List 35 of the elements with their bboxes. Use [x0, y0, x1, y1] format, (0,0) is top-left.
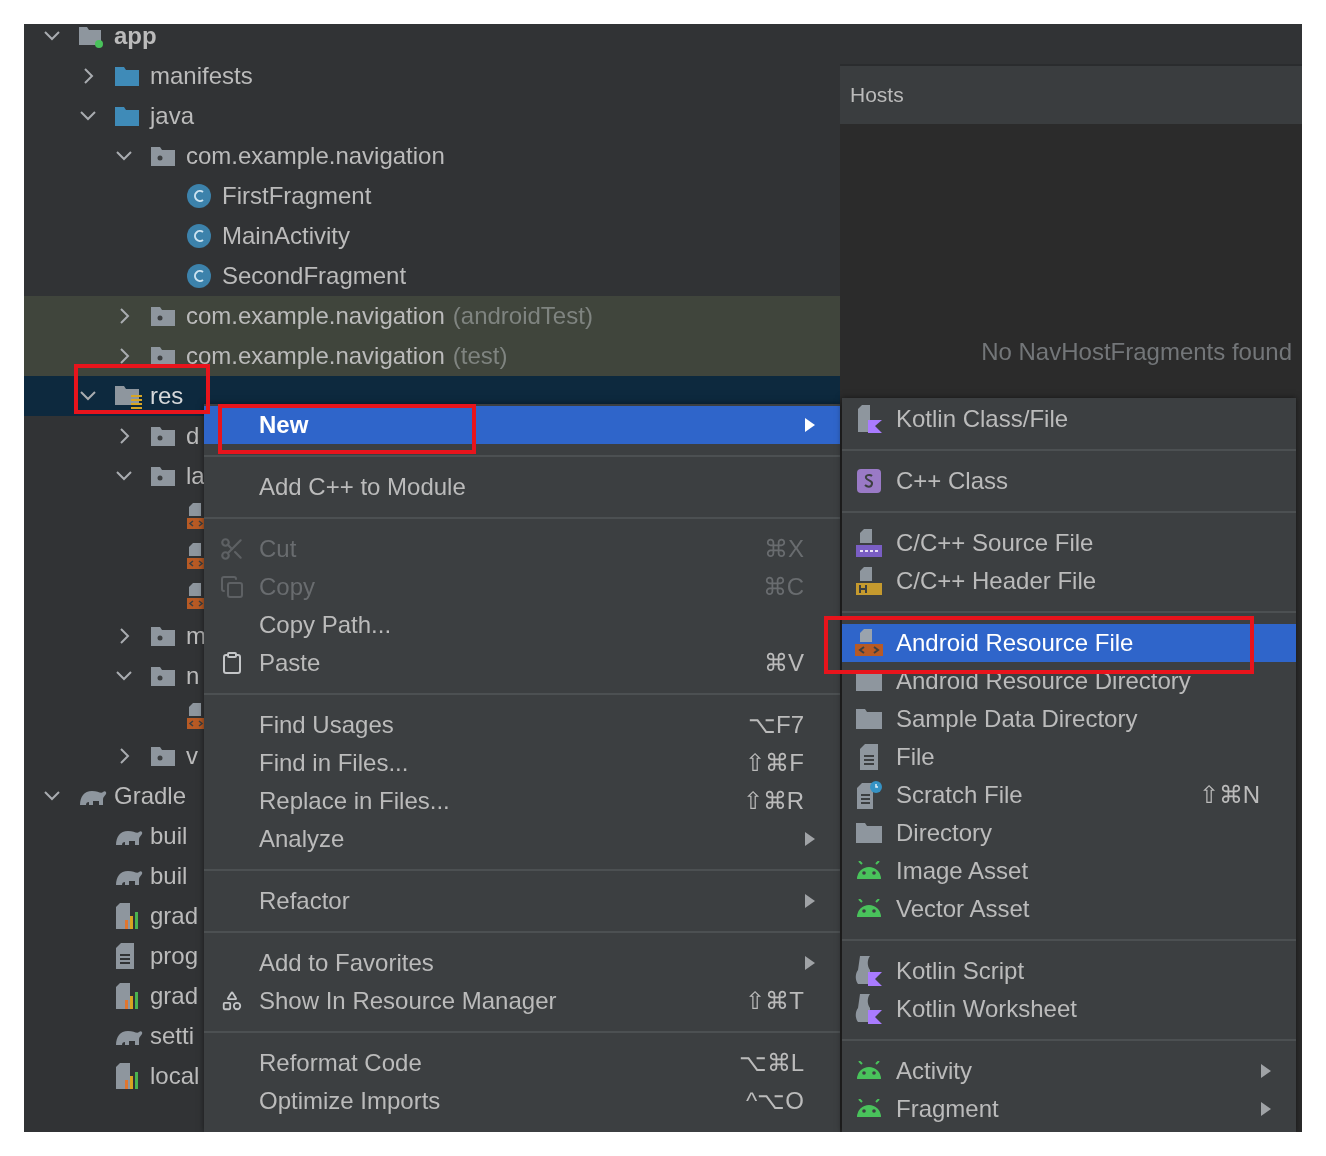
- shortcut-label: ⇧⌘F: [745, 748, 804, 778]
- tree-item-label: buil: [150, 861, 188, 891]
- tree-item-label: FirstFragment: [222, 181, 372, 211]
- tree-item-label: setti: [150, 1021, 194, 1051]
- tree-item-label: grad: [150, 901, 199, 931]
- shortcut-label: ⌥F7: [748, 710, 804, 740]
- tree-item-label: local: [150, 1061, 200, 1091]
- tree-item-label: v: [186, 741, 198, 771]
- tree-item-label: prog: [150, 941, 199, 971]
- shortcut-label: ⇧⌘R: [742, 786, 804, 816]
- tree-item-label: grad: [150, 981, 199, 1011]
- shortcut-label: ^⌥O: [746, 1086, 804, 1116]
- source-set-label: (androidTest): [452, 301, 593, 331]
- tree-item-label: com.example.navigation: [186, 141, 445, 171]
- source-set-label: (test): [452, 341, 508, 371]
- tree-item-label: SecondFragment: [222, 261, 407, 291]
- tree-item-label: Gradle: [114, 781, 187, 811]
- tree-item-label: la: [186, 461, 205, 491]
- tree-item-label: manifests: [150, 61, 253, 91]
- tree-item-label: buil: [150, 821, 188, 851]
- panel-header: Hosts: [850, 82, 904, 109]
- tree-item-label: MainActivity: [222, 221, 351, 251]
- tree-item-label: app: [114, 24, 157, 51]
- tree-item-label: d: [186, 421, 200, 451]
- tree-item-label: java: [150, 101, 195, 131]
- shortcut-label: ⇧⌘N: [1198, 780, 1260, 810]
- shortcut-label: ⌘V: [764, 648, 804, 678]
- shortcut-label: ⇧⌘T: [745, 986, 804, 1016]
- tree-item-label: res: [150, 381, 184, 411]
- tree-item-label: n: [186, 661, 200, 691]
- empty-message: No NavHostFragments found: [981, 337, 1292, 367]
- shortcut-label: ⌥⌘L: [738, 1048, 804, 1078]
- tree-item-label: com.example.navigation: [186, 301, 445, 331]
- tree-item-label: com.example.navigation: [186, 341, 445, 371]
- tree-item-label: m: [186, 621, 206, 651]
